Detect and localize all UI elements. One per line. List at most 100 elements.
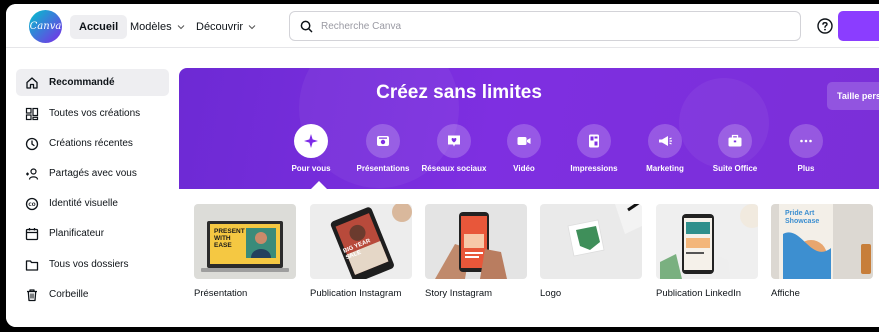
hero-title: Créez sans limites [376, 82, 542, 103]
design-card-label: Logo [540, 288, 562, 299]
category-circle [789, 124, 823, 158]
sidebar-item-label: Créations récentes [49, 138, 133, 149]
category-circle [507, 124, 541, 158]
nav-decouvrir-label: Découvrir [196, 21, 244, 33]
sidebar-item-label: Planificateur [49, 228, 105, 239]
nav-accueil[interactable]: Accueil [70, 15, 128, 39]
category-video[interactable]: Vidéo [484, 124, 564, 173]
help-icon[interactable] [816, 17, 834, 35]
category-circle [648, 124, 682, 158]
thumbnail-text: PRESENT WITH EASE [214, 228, 245, 249]
folder-icon [25, 259, 39, 271]
category-circle [294, 124, 328, 158]
design-thumbnail: PRESENT WITH EASE [194, 204, 296, 279]
sidebar-item-creations-recentes[interactable]: Créations récentes [16, 130, 169, 157]
brand-icon: CO [25, 197, 39, 210]
design-thumbnail [540, 204, 642, 279]
home-icon [26, 76, 38, 89]
sidebar-item-label: Toutes vos créations [49, 108, 141, 119]
sidebar: Recommandé Toutes vos créations Création… [6, 48, 178, 327]
category-circle [577, 124, 611, 158]
search-bar[interactable] [289, 11, 801, 41]
category-pour-vous[interactable]: Pour vous [271, 124, 351, 173]
category-reseaux-sociaux[interactable]: Réseaux sociaux [414, 124, 494, 173]
design-card-affiche[interactable]: Pride Art Showcase Affiche [771, 204, 873, 299]
design-thumbnail: Pride Art Showcase [771, 204, 873, 279]
heart-message-icon [448, 135, 460, 147]
sidebar-item-label: Partagés avec vous [49, 168, 137, 179]
active-category-caret [311, 181, 327, 189]
presentation-icon [377, 136, 389, 146]
video-camera-icon [517, 137, 531, 145]
create-design-button[interactable] [838, 11, 879, 41]
grid-icon [25, 107, 39, 120]
category-plus[interactable]: Plus [766, 124, 846, 173]
search-icon [300, 20, 313, 32]
canva-logo[interactable]: Canva [29, 10, 62, 43]
clock-icon [25, 137, 39, 150]
phone-in-hand-illustration [435, 212, 507, 279]
sidebar-item-label: Tous vos dossiers [49, 259, 129, 270]
sidebar-item-planificateur[interactable]: Planificateur [16, 220, 169, 247]
print-icon [589, 134, 599, 148]
design-card-label: Présentation [194, 288, 248, 299]
custom-size-button[interactable]: Taille pers [827, 82, 879, 110]
canva-app: Canva Accueil Modèles Découvrir Recomman… [6, 4, 879, 327]
thumbnail-text: Pride Art Showcase [785, 210, 820, 225]
more-icon [800, 139, 812, 143]
category-label: Marketing [646, 164, 684, 173]
sidebar-item-dossiers[interactable]: Tous vos dossiers [16, 251, 169, 278]
logo-card-illustration [567, 204, 642, 257]
sidebar-item-corbeille[interactable]: Corbeille [16, 281, 169, 308]
category-label: Suite Office [712, 164, 758, 173]
category-marketing[interactable]: Marketing [625, 124, 705, 173]
megaphone-icon [659, 136, 672, 146]
briefcase-icon [728, 134, 742, 147]
people-icon [26, 167, 39, 180]
category-label: Impressions [570, 164, 618, 173]
category-label: Réseaux sociaux [421, 164, 487, 173]
design-card-publication-instagram[interactable]: BIG YEAR SALE Publication Instagram [310, 204, 412, 299]
design-thumbnail: BIG YEAR SALE [310, 204, 412, 279]
chevron-down-icon [248, 25, 256, 30]
sparkle-icon [304, 134, 318, 148]
category-circle [718, 124, 752, 158]
nav-modeles[interactable]: Modèles [130, 15, 186, 39]
design-card-label: Story Instagram [425, 288, 493, 299]
category-impressions[interactable]: Impressions [554, 124, 634, 173]
design-thumbnail [425, 204, 527, 279]
design-card-publication-linkedin[interactable]: Publication LinkedIn [656, 204, 758, 299]
trash-icon [27, 288, 37, 301]
category-presentations[interactable]: Présentations [343, 124, 423, 173]
design-card-label: Publication LinkedIn [656, 288, 742, 299]
design-card-story-instagram[interactable]: Story Instagram [425, 204, 527, 299]
sidebar-item-label: Corbeille [49, 289, 89, 300]
category-suite-office[interactable]: Suite Office [695, 124, 775, 173]
category-label: Plus [797, 164, 815, 173]
category-circle [366, 124, 400, 158]
design-card-logo[interactable]: Logo [540, 204, 642, 299]
category-circle [437, 124, 471, 158]
design-card-presentation[interactable]: PRESENT WITH EASE Présentation [194, 204, 296, 299]
design-card-label: Affiche [771, 288, 800, 299]
sidebar-item-label: Identité visuelle [49, 198, 118, 209]
sidebar-item-label: Recommandé [49, 77, 115, 88]
design-thumbnail [656, 204, 758, 279]
sidebar-item-toutes-creations[interactable]: Toutes vos créations [16, 100, 169, 127]
nav-modeles-label: Modèles [130, 21, 172, 33]
sidebar-item-partages[interactable]: Partagés avec vous [16, 160, 169, 187]
sidebar-item-recommande[interactable]: Recommandé [16, 69, 169, 96]
category-label: Présentations [356, 164, 410, 173]
hero-banner: Créez sans limites Taille pers Pour vous… [179, 68, 879, 189]
chevron-down-icon [177, 25, 184, 30]
design-card-label: Publication Instagram [310, 288, 402, 299]
top-bar: Canva Accueil Modèles Découvrir [6, 4, 879, 48]
search-input[interactable] [321, 20, 761, 32]
calendar-icon [25, 227, 39, 240]
category-label: Vidéo [513, 164, 535, 173]
phone-linkedin-illustration [660, 204, 758, 279]
sidebar-item-identite-visuelle[interactable]: CO Identité visuelle [16, 190, 169, 217]
svg-text:CO: CO [28, 201, 35, 207]
nav-decouvrir[interactable]: Découvrir [196, 15, 257, 39]
category-label: Pour vous [291, 164, 331, 173]
